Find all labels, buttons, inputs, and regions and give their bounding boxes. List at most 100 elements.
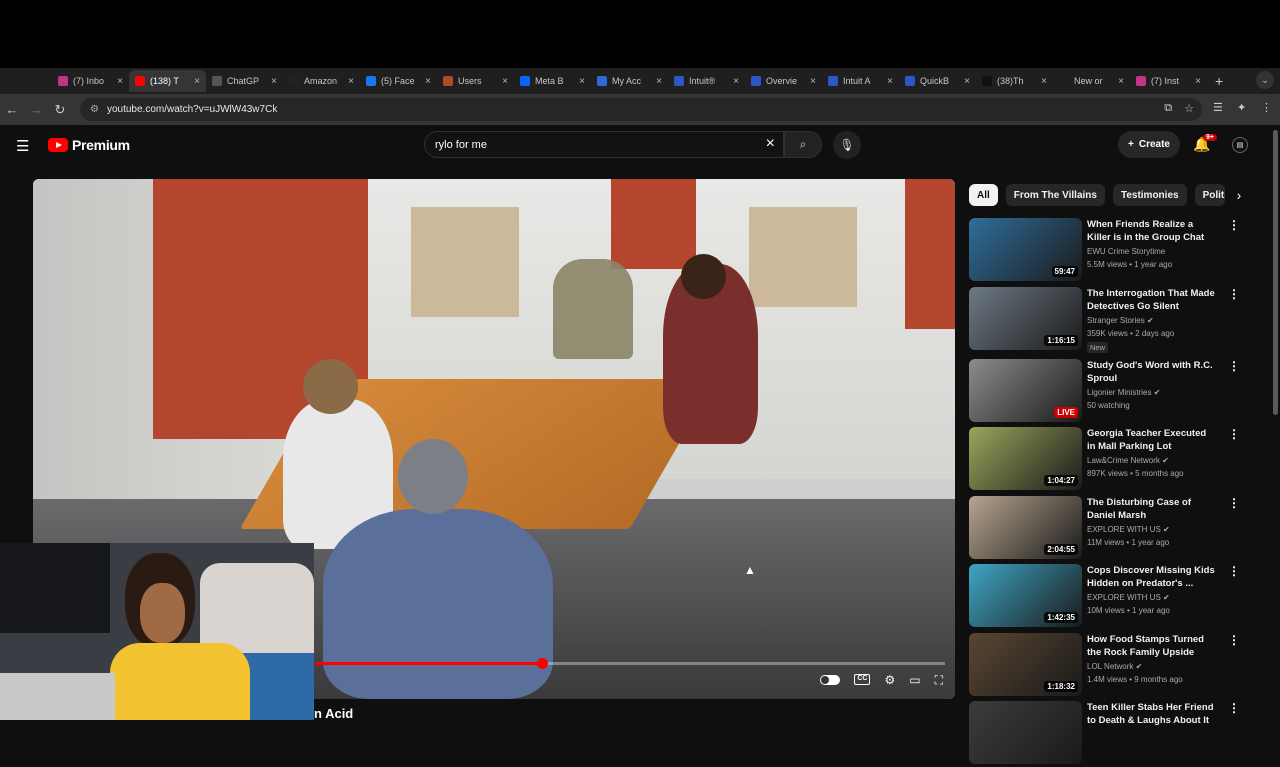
recommended-video[interactable]: LIVE Study God's Word with R.C. Sproul Lig… xyxy=(969,359,1244,425)
tab-search-icon[interactable]: ⌄ xyxy=(1256,71,1274,89)
settings-gear-icon[interactable]: ⚙ xyxy=(884,673,895,688)
browser-tab[interactable]: (5) Face × xyxy=(360,70,437,92)
bookmark-star-icon[interactable]: ☆ xyxy=(1184,102,1194,115)
close-tab-icon[interactable]: × xyxy=(964,76,970,87)
browser-tab[interactable]: My Acc × xyxy=(591,70,668,92)
search-button[interactable]: ⌕ xyxy=(784,131,822,158)
page-scrollbar[interactable] xyxy=(1273,130,1278,415)
recommended-video[interactable]: 1:42:35 Cops Discover Missing Kids Hidden… xyxy=(969,564,1244,630)
channel-name[interactable]: EWU Crime Storytime xyxy=(1087,247,1165,256)
back-icon[interactable]: ← xyxy=(0,102,24,117)
more-actions-icon[interactable]: ⋮ xyxy=(1228,287,1240,301)
recommended-video[interactable]: 2:04:55 The Disturbing Case of Daniel Mar… xyxy=(969,496,1244,562)
search-input[interactable]: rylo for me × xyxy=(424,131,784,158)
browser-tab[interactable]: Intuit® × xyxy=(668,70,745,92)
close-tab-icon[interactable]: × xyxy=(502,76,508,87)
channel-name[interactable]: Stranger Stories ✔ xyxy=(1087,316,1154,325)
recommended-video-title[interactable]: Study God's Word with R.C. Sproul xyxy=(1087,360,1215,385)
video-thumbnail[interactable]: 1:18:32 xyxy=(969,633,1082,696)
guide-menu-icon[interactable]: ☰ xyxy=(16,137,29,155)
reading-list-icon[interactable]: ☰ xyxy=(1213,101,1223,114)
close-tab-icon[interactable]: × xyxy=(425,76,431,87)
browser-tab[interactable]: Users × xyxy=(437,70,514,92)
browser-tab[interactable]: QuickB × xyxy=(899,70,976,92)
forward-icon[interactable]: → xyxy=(24,102,48,117)
channel-name[interactable]: LOL Network ✔ xyxy=(1087,662,1142,671)
autoplay-toggle[interactable] xyxy=(820,675,841,685)
browser-tab[interactable]: (7) Inst × xyxy=(1130,70,1207,92)
close-tab-icon[interactable]: × xyxy=(348,76,354,87)
browser-tab[interactable]: (138) T × xyxy=(129,70,206,92)
recommended-video-title[interactable]: Teen Killer Stabs Her Friend to Death & … xyxy=(1087,702,1215,727)
channel-name[interactable]: EXPLORE WITH US ✔ xyxy=(1087,525,1170,534)
voice-search-button[interactable]: 🎙 xyxy=(833,131,861,159)
video-thumbnail[interactable]: 1:16:15 xyxy=(969,287,1082,350)
fullscreen-icon[interactable]: ⛶ xyxy=(935,673,943,688)
close-tab-icon[interactable]: × xyxy=(1195,76,1201,87)
captions-icon[interactable]: CC xyxy=(854,674,871,685)
browser-tab[interactable]: Overvie × xyxy=(745,70,822,92)
clear-search-icon[interactable]: × xyxy=(766,135,775,153)
browser-tab[interactable]: Intuit A × xyxy=(822,70,899,92)
account-avatar[interactable]: ▤ xyxy=(1232,137,1248,153)
recommended-video-title[interactable]: The Interrogation That Made Detectives G… xyxy=(1087,288,1215,313)
video-thumbnail[interactable]: LIVE xyxy=(969,359,1082,422)
create-button[interactable]: + Create xyxy=(1118,131,1180,158)
site-info-icon[interactable]: ⚙ xyxy=(90,104,99,115)
filter-chip[interactable]: All xyxy=(969,184,998,206)
recommended-video[interactable]: 1:16:15 The Interrogation That Made Detec… xyxy=(969,287,1244,353)
filter-chip[interactable]: Testimonies xyxy=(1112,184,1187,206)
new-tab-button[interactable]: + xyxy=(1215,73,1223,89)
more-actions-icon[interactable]: ⋮ xyxy=(1228,359,1240,373)
recommended-video-title[interactable]: Georgia Teacher Executed in Mall Parking… xyxy=(1087,428,1215,453)
video-thumbnail[interactable]: 1:04:27 xyxy=(969,427,1082,490)
filter-chip[interactable]: From The Villains xyxy=(1005,184,1105,206)
browser-tab[interactable]: (38)Th × xyxy=(976,70,1053,92)
recommended-video[interactable]: 1:18:32 How Food Stamps Turned the Rock F… xyxy=(969,633,1244,699)
close-tab-icon[interactable]: × xyxy=(117,76,123,87)
recommended-video-title[interactable]: When Friends Realize a Killer is in the … xyxy=(1087,219,1215,244)
close-tab-icon[interactable]: × xyxy=(733,76,739,87)
close-tab-icon[interactable]: × xyxy=(1118,76,1124,87)
close-tab-icon[interactable]: × xyxy=(271,76,277,87)
more-actions-icon[interactable]: ⋮ xyxy=(1228,701,1240,715)
recommended-video[interactable]: 1:04:27 Georgia Teacher Executed in Mall … xyxy=(969,427,1244,493)
browser-tab[interactable]: New or × xyxy=(1053,70,1130,92)
close-tab-icon[interactable]: × xyxy=(656,76,662,87)
channel-name[interactable]: Ligonier Ministries ✔ xyxy=(1087,388,1160,397)
youtube-logo[interactable]: Premium xyxy=(48,137,130,153)
more-actions-icon[interactable]: ⋮ xyxy=(1228,496,1240,510)
reload-icon[interactable]: ↻ xyxy=(48,102,72,118)
browser-tab[interactable]: ChatGP × xyxy=(206,70,283,92)
browser-tab[interactable]: Meta B × xyxy=(514,70,591,92)
recommended-video-title[interactable]: The Disturbing Case of Daniel Marsh xyxy=(1087,497,1215,522)
cast-icon[interactable]: ⧉ xyxy=(1164,102,1172,115)
url-field[interactable]: ⚙ youtube.com/watch?v=uJWlW43w7Ck ⧉ ☆ xyxy=(80,98,1202,121)
recommended-video[interactable]: 59:47 When Friends Realize a Killer is in… xyxy=(969,218,1244,284)
close-tab-icon[interactable]: × xyxy=(579,76,585,87)
recommended-video-title[interactable]: How Food Stamps Turned the Rock Family U… xyxy=(1087,634,1215,659)
close-tab-icon[interactable]: × xyxy=(1041,76,1047,87)
browser-menu-icon[interactable]: ⋮ xyxy=(1261,101,1272,114)
close-tab-icon[interactable]: × xyxy=(810,76,816,87)
close-tab-icon[interactable]: × xyxy=(194,76,200,87)
more-actions-icon[interactable]: ⋮ xyxy=(1228,218,1240,232)
progress-scrubber-handle[interactable] xyxy=(537,658,548,669)
chip-scroll-right-icon[interactable]: › xyxy=(1237,187,1242,203)
video-thumbnail[interactable]: 2:04:55 xyxy=(969,496,1082,559)
recommended-video[interactable]: Teen Killer Stabs Her Friend to Death & … xyxy=(969,701,1244,767)
more-actions-icon[interactable]: ⋮ xyxy=(1228,633,1240,647)
recommended-video-title[interactable]: Cops Discover Missing Kids Hidden on Pre… xyxy=(1087,565,1215,590)
filter-chip[interactable]: Politic xyxy=(1194,184,1225,206)
video-thumbnail[interactable]: 1:42:35 xyxy=(969,564,1082,627)
browser-tab[interactable]: (7) Inbo × xyxy=(52,70,129,92)
channel-name[interactable]: EXPLORE WITH US ✔ xyxy=(1087,593,1170,602)
channel-name[interactable]: Law&Crime Network ✔ xyxy=(1087,456,1169,465)
more-actions-icon[interactable]: ⋮ xyxy=(1228,564,1240,578)
close-tab-icon[interactable]: × xyxy=(887,76,893,87)
theater-mode-icon[interactable]: ▭ xyxy=(909,673,920,688)
video-thumbnail[interactable] xyxy=(969,701,1082,764)
more-actions-icon[interactable]: ⋮ xyxy=(1228,427,1240,441)
video-thumbnail[interactable]: 59:47 xyxy=(969,218,1082,281)
extensions-icon[interactable]: ✦ xyxy=(1237,101,1246,114)
